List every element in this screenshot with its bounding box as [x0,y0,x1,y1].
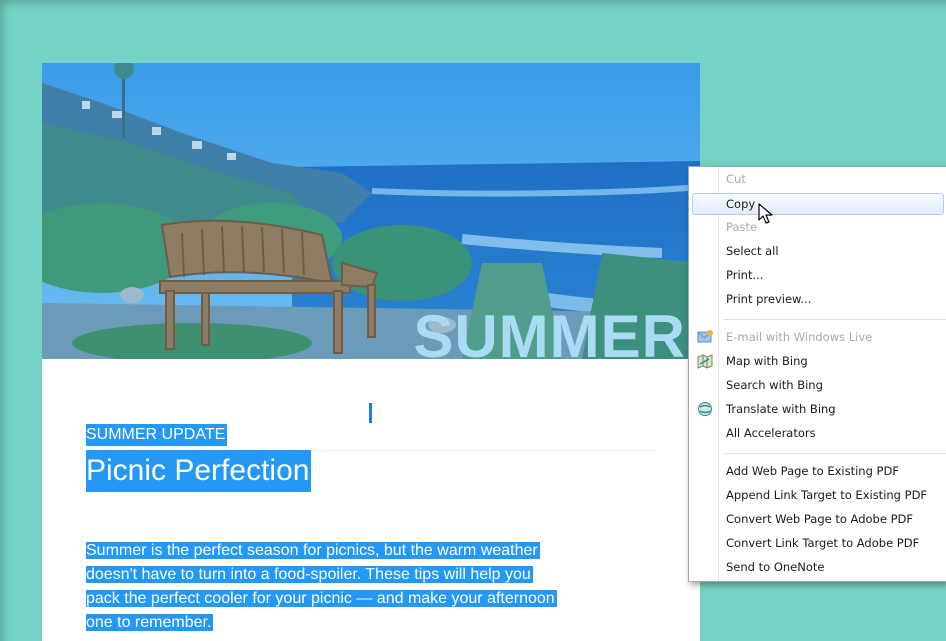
menu-item-search-with-bing[interactable]: Search with Bing [691,374,946,396]
menu-item-copy[interactable]: Copy [692,193,944,215]
article-body[interactable]: Summer is the perfect season for picnics… [86,539,658,635]
menu-item-convert-link-target-to-pdf[interactable]: Convert Link Target to Adobe PDF [691,532,946,554]
menu-item-email-windows-live[interactable]: E-mail with Windows Live [691,326,946,348]
mouse-pointer-icon [758,203,773,224]
menu-item-label: Translate with Bing [726,402,836,416]
menu-item-map-with-bing[interactable]: Map with Bing [691,350,946,372]
menu-item-select-all[interactable]: Select all [691,240,946,262]
menu-item-label: Map with Bing [726,354,808,368]
menu-separator [723,453,946,454]
menu-item-add-web-page-to-pdf[interactable]: Add Web Page to Existing PDF [691,460,946,482]
article-eyebrow[interactable]: SUMMER UPDATE [86,424,228,446]
menu-item-cut[interactable]: Cut [691,168,946,190]
menu-item-send-to-onenote[interactable]: Send to OneNote [691,556,946,578]
article-body-line: pack the perfect cooler for your picnic … [86,590,557,607]
menu-item-all-accelerators[interactable]: All Accelerators [691,422,946,444]
newsletter-page: SUMMER SUMMER UPDATE Picnic Perfection S… [42,63,700,641]
menu-item-label: E-mail with Windows Live [726,330,873,344]
article-body-line: one to remember. [86,614,214,631]
text-insertion-cursor [369,403,372,423]
windows-live-mail-icon [697,330,713,343]
article-body-line: Summer is the perfect season for picnics… [86,542,540,559]
article-body-line: doesn't have to turn into a food-spoiler… [86,566,533,583]
menu-item-convert-web-page-to-pdf[interactable]: Convert Web Page to Adobe PDF [691,508,946,530]
map-icon [697,354,713,369]
menu-item-append-link-target-to-pdf[interactable]: Append Link Target to Existing PDF [691,484,946,506]
translate-icon [698,402,712,416]
menu-separator [723,319,946,320]
menu-item-translate-with-bing[interactable]: Translate with Bing [691,398,946,420]
context-menu: Cut Copy Paste Select all Print... Print… [688,166,946,582]
menu-item-paste[interactable]: Paste [691,216,946,238]
menu-item-print[interactable]: Print... [691,264,946,286]
menu-item-print-preview[interactable]: Print preview... [691,288,946,310]
hero-title: SUMMER [413,303,686,359]
hero-image: SUMMER [42,63,700,359]
article-headline[interactable]: Picnic Perfection [86,450,312,492]
